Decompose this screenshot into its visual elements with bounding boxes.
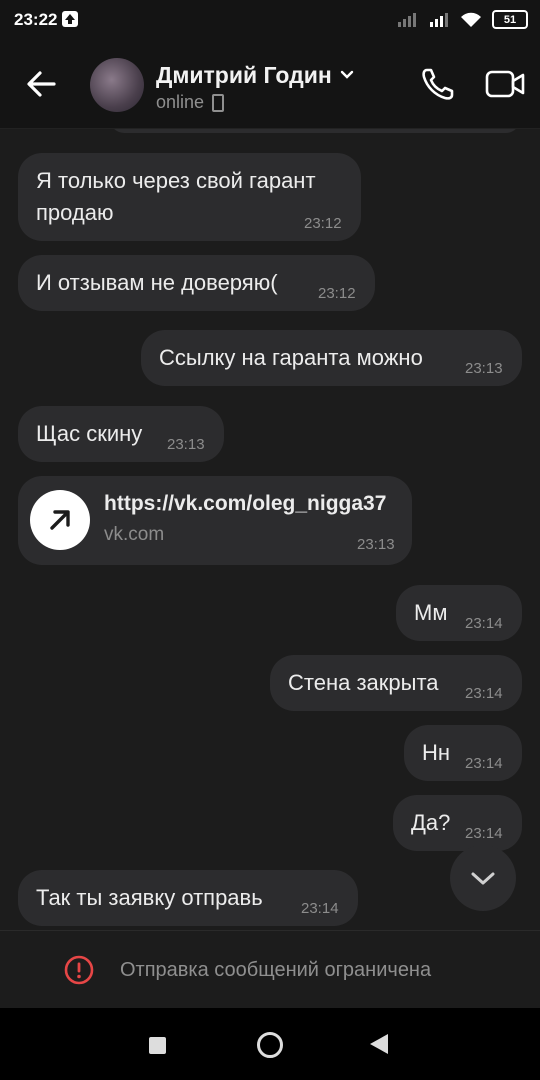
call-button[interactable] bbox=[418, 64, 458, 104]
battery-indicator: 51 bbox=[492, 10, 528, 29]
upload-icon bbox=[62, 11, 78, 27]
signal-icon-2 bbox=[428, 12, 450, 28]
mobile-phone-icon bbox=[212, 93, 225, 112]
video-call-button[interactable] bbox=[484, 66, 526, 102]
arrow-left-icon bbox=[27, 71, 56, 97]
composer-restricted: Отправка сообщений ограничена bbox=[0, 930, 540, 1009]
message-text: Щас скину bbox=[36, 421, 143, 446]
link-url[interactable]: https://vk.com/oleg_nigga37 bbox=[104, 492, 386, 516]
video-camera-icon bbox=[485, 70, 525, 98]
message-text: Ссылку на гаранта можно bbox=[159, 345, 423, 370]
message-time: 23:14 bbox=[465, 685, 503, 702]
restricted-message: Отправка сообщений ограничена bbox=[120, 959, 432, 981]
message-time: 23:13 bbox=[357, 536, 395, 553]
status-time: 23:22 bbox=[14, 10, 58, 29]
chevron-down-icon[interactable] bbox=[340, 68, 354, 82]
phone-icon bbox=[422, 68, 454, 100]
partial-message-bubble bbox=[110, 129, 520, 133]
message-time: 23:14 bbox=[465, 615, 503, 632]
message-text: Так ты заявку отправь bbox=[36, 885, 263, 910]
contact-status: online bbox=[156, 92, 225, 113]
scroll-to-bottom-button[interactable] bbox=[450, 845, 516, 911]
message-outgoing[interactable]: Да? 23:14 bbox=[393, 795, 522, 851]
signal-icon-1 bbox=[396, 12, 418, 28]
external-link-arrow-icon bbox=[50, 510, 70, 530]
message-text: Мм bbox=[414, 600, 448, 625]
exclamation-circle-icon bbox=[64, 955, 94, 985]
avatar[interactable] bbox=[90, 58, 144, 112]
message-time: 23:12 bbox=[318, 285, 356, 302]
message-time: 23:14 bbox=[465, 755, 503, 772]
message-time: 23:14 bbox=[301, 900, 339, 917]
recents-button[interactable] bbox=[149, 1037, 166, 1054]
message-outgoing[interactable]: Ссылку на гаранта можно 23:13 bbox=[141, 330, 522, 386]
message-text: Нн bbox=[422, 740, 451, 765]
system-navigation-bar bbox=[0, 1008, 540, 1080]
link-preview-icon[interactable] bbox=[30, 490, 90, 550]
status-text: online bbox=[156, 92, 205, 112]
chat-header: Дмитрий Годин online bbox=[0, 40, 540, 129]
message-incoming[interactable]: Щас скину 23:13 bbox=[18, 406, 224, 462]
message-outgoing[interactable]: Мм 23:14 bbox=[396, 585, 522, 641]
link-domain: vk.com bbox=[104, 524, 165, 545]
system-back-button[interactable] bbox=[370, 1034, 388, 1054]
message-text: И отзывам не доверяю( bbox=[36, 270, 278, 295]
message-time: 23:14 bbox=[465, 825, 503, 842]
message-outgoing[interactable]: Нн 23:14 bbox=[404, 725, 522, 781]
wifi-icon bbox=[460, 12, 482, 28]
message-list[interactable]: Я только через свой гарант продаю 23:12 … bbox=[0, 129, 540, 930]
message-text: Да? bbox=[411, 810, 451, 835]
message-time: 23:13 bbox=[465, 360, 503, 377]
chevron-down-icon bbox=[471, 872, 495, 885]
message-incoming[interactable]: Так ты заявку отправь 23:14 bbox=[18, 870, 358, 926]
status-bar: 23:22 51 bbox=[0, 0, 540, 40]
message-text: Стена закрыта bbox=[288, 670, 439, 695]
message-time: 23:12 bbox=[304, 215, 342, 232]
message-outgoing[interactable]: Стена закрыта 23:14 bbox=[270, 655, 522, 711]
message-time: 23:13 bbox=[167, 436, 205, 453]
message-incoming[interactable]: Я только через свой гарант продаю 23:12 bbox=[18, 153, 361, 241]
back-button[interactable] bbox=[20, 64, 64, 104]
link-message[interactable]: https://vk.com/oleg_nigga37 vk.com 23:13 bbox=[18, 476, 412, 565]
home-button[interactable] bbox=[257, 1032, 283, 1058]
message-text: Я только через свой гарант продаю bbox=[36, 168, 316, 225]
message-incoming[interactable]: И отзывам не доверяю( 23:12 bbox=[18, 255, 375, 311]
contact-name[interactable]: Дмитрий Годин bbox=[156, 62, 332, 89]
